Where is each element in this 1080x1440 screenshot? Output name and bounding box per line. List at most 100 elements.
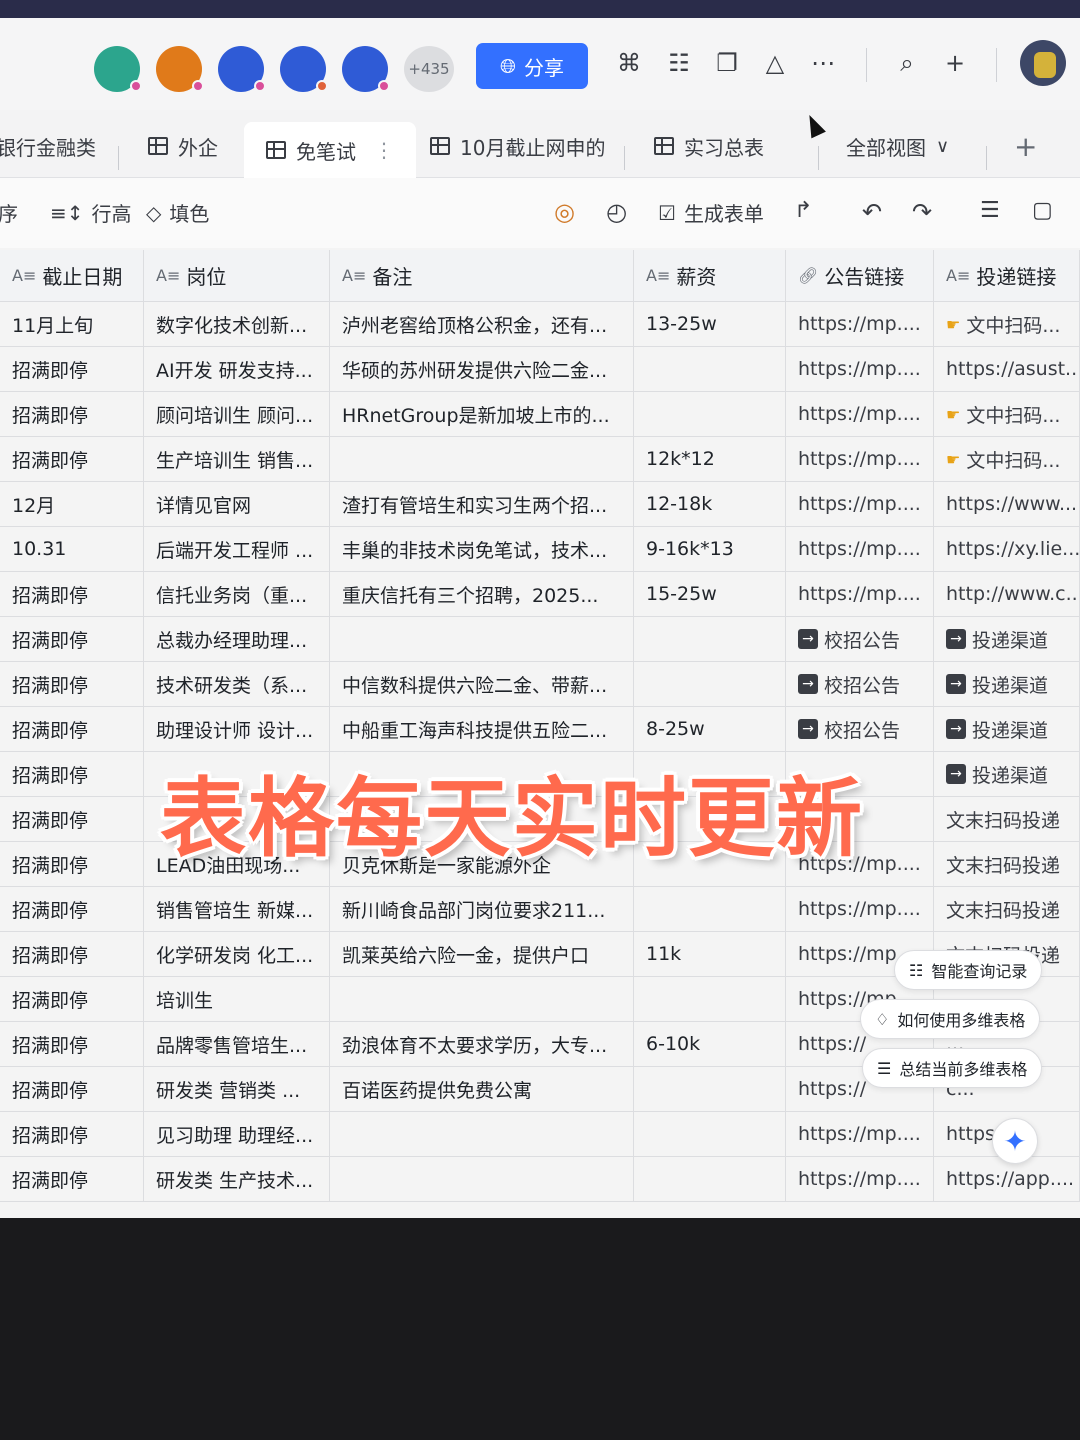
position-cell[interactable]: 研发类 营销类 ... <box>144 1067 330 1111</box>
loading-icon[interactable]: ◎ <box>554 198 575 226</box>
table-row[interactable]: 12月 详情见官网 渣打有管培生和实习生两个招... 12-18k https://mp… <box>0 482 1080 527</box>
notes-cell[interactable] <box>330 617 634 661</box>
salary-cell[interactable]: 11k <box>634 932 786 976</box>
notice-link-cell[interactable]: https://mp.... <box>786 1112 934 1156</box>
more-icon[interactable]: ⋯ <box>808 48 838 78</box>
apply-link-cell[interactable]: 文末扫码投递 <box>934 797 1080 841</box>
table-row[interactable]: 招满即停 总裁办经理助理... → 校招公告 → 投递渠道 <box>0 617 1080 662</box>
position-cell[interactable]: 后端开发工程师 ... <box>144 527 330 571</box>
redo-icon[interactable]: ↷ <box>912 198 932 226</box>
undo-icon[interactable]: ↶ <box>862 198 882 226</box>
apply-link-cell[interactable]: ☛ 文中扫码... <box>934 437 1080 481</box>
deadline-cell[interactable]: 招满即停 <box>0 617 144 661</box>
apply-link-cell[interactable]: → 投递渠道 <box>934 752 1080 796</box>
deadline-cell[interactable]: 招满即停 <box>0 1112 144 1156</box>
header-apply-link[interactable]: A≡ 投递链接 <box>934 250 1080 301</box>
deadline-cell[interactable]: 招满即停 <box>0 392 144 436</box>
table-row[interactable]: 招满即停 顾问培训生 顾问... HRnetGroup是新加坡上市的... https… <box>0 392 1080 437</box>
notes-cell[interactable]: 新川崎食品部门岗位要求211... <box>330 887 634 931</box>
notice-link-cell[interactable]: https://mp.... <box>786 1157 934 1201</box>
salary-cell[interactable]: 8-25w <box>634 707 786 751</box>
notes-cell[interactable] <box>330 437 634 481</box>
table-row[interactable]: 11月上旬 数字化技术创新... 泸州老窖给顶格公积金，还有... 13-25w htt… <box>0 302 1080 347</box>
notes-cell[interactable]: 中信数科提供六险二金、带薪... <box>330 662 634 706</box>
notes-cell[interactable]: 丰巢的非技术岗免笔试，技术... <box>330 527 634 571</box>
position-cell[interactable]: 顾问培训生 顾问... <box>144 392 330 436</box>
position-cell[interactable]: 培训生 <box>144 977 330 1021</box>
ai-summarize[interactable]: ☰ 总结当前多维表格 <box>862 1048 1043 1088</box>
apply-link-cell[interactable]: https://xy.lie... <box>934 527 1080 571</box>
apply-link-cell[interactable]: https://app.... <box>934 1157 1080 1201</box>
share-link-icon[interactable]: ↱ <box>794 198 812 223</box>
collaborator-avatar[interactable] <box>280 46 328 92</box>
tab-october-deadline[interactable]: 10月截止网申的 <box>430 128 605 164</box>
position-cell[interactable]: 销售管培生 新媒... <box>144 887 330 931</box>
notice-link-cell[interactable]: → 校招公告 <box>786 662 934 706</box>
header-salary[interactable]: A≡ 薪资 <box>634 250 786 301</box>
apply-link-cell[interactable]: https://www.... <box>934 482 1080 526</box>
table-row[interactable]: 招满即停 AI开发 研发支持... 华硕的苏州研发提供六险二金... https://… <box>0 347 1080 392</box>
deadline-cell[interactable]: 招满即停 <box>0 707 144 751</box>
history-icon[interactable]: ◴ <box>606 198 627 226</box>
tab-foreign-company[interactable]: 外企 <box>148 128 218 164</box>
robot-icon[interactable]: ⌘ <box>614 48 644 78</box>
bell-icon[interactable]: △ <box>760 48 790 78</box>
notice-link-cell[interactable]: https://mp.... <box>786 572 934 616</box>
deadline-cell[interactable]: 招满即停 <box>0 347 144 391</box>
salary-cell[interactable]: 12-18k <box>634 482 786 526</box>
position-cell[interactable]: 总裁办经理助理... <box>144 617 330 661</box>
notice-link-cell[interactable]: https://mp.... <box>786 887 934 931</box>
collaborator-avatar[interactable] <box>218 46 266 92</box>
more-collaborators-count[interactable]: +435 <box>404 46 454 92</box>
deadline-cell[interactable]: 招满即停 <box>0 437 144 481</box>
salary-cell[interactable]: 9-16k*13 <box>634 527 786 571</box>
tab-internship-table[interactable]: 实习总表 <box>654 128 764 164</box>
deadline-cell[interactable]: 招满即停 <box>0 797 144 841</box>
position-cell[interactable]: 详情见官网 <box>144 482 330 526</box>
notice-link-cell[interactable]: https://mp.... <box>786 347 934 391</box>
user-avatar[interactable] <box>1020 40 1066 86</box>
salary-cell[interactable] <box>634 617 786 661</box>
position-cell[interactable]: 品牌零售管培生... <box>144 1022 330 1066</box>
search-icon[interactable]: ⌕ <box>892 48 922 78</box>
apply-link-cell[interactable]: 文末扫码投递 <box>934 887 1080 931</box>
apply-link-cell[interactable]: → 投递渠道 <box>934 617 1080 661</box>
tab-bank-finance[interactable]: 银行金融类 <box>0 128 96 164</box>
tab-no-exam[interactable]: 免笔试 ⋮ <box>244 122 416 178</box>
table-row[interactable]: 招满即停 见习助理 助理经... https://mp.... https:... <box>0 1112 1080 1157</box>
table-row[interactable]: 招满即停 技术研发类（系... 中信数科提供六险二金、带薪... → 校招公告 → 投递渠道 <box>0 662 1080 707</box>
header-position[interactable]: A≡ 岗位 <box>144 250 330 301</box>
apply-link-cell[interactable]: ☛ 文中扫码... <box>934 302 1080 346</box>
header-deadline[interactable]: A≡ 截止日期 <box>0 250 144 301</box>
notes-cell[interactable]: 泸州老窖给顶格公积金，还有... <box>330 302 634 346</box>
salary-cell[interactable] <box>634 977 786 1021</box>
plugin-icon[interactable]: ❐ <box>712 48 742 78</box>
collaborator-avatar[interactable] <box>94 46 142 92</box>
document-icon[interactable]: ☷ <box>664 48 694 78</box>
position-cell[interactable]: 信托业务岗（重... <box>144 572 330 616</box>
deadline-cell[interactable]: 招满即停 <box>0 977 144 1021</box>
position-cell[interactable]: 见习助理 助理经... <box>144 1112 330 1156</box>
notice-link-cell[interactable]: https://mp.... <box>786 302 934 346</box>
header-notice-link[interactable]: 🔗︎ 公告链接 <box>786 250 934 301</box>
notes-cell[interactable] <box>330 977 634 1021</box>
all-views-dropdown[interactable]: 全部视图 ∨ <box>846 128 949 164</box>
deadline-cell[interactable]: 招满即停 <box>0 662 144 706</box>
deadline-cell[interactable]: 招满即停 <box>0 1157 144 1201</box>
salary-cell[interactable]: 15-25w <box>634 572 786 616</box>
notes-cell[interactable]: 凯莱英给六险一金，提供户口 <box>330 932 634 976</box>
sort-button[interactable]: 序 <box>0 198 18 227</box>
ai-assistant-star-icon[interactable]: ✦ <box>992 1118 1038 1164</box>
apply-link-cell[interactable]: 文末扫码投递 <box>934 842 1080 886</box>
collaborator-avatar[interactable] <box>342 46 390 92</box>
notes-cell[interactable]: HRnetGroup是新加坡上市的... <box>330 392 634 436</box>
deadline-cell[interactable]: 招满即停 <box>0 887 144 931</box>
ai-how-to-use[interactable]: ♢ 如何使用多维表格 <box>860 999 1041 1039</box>
salary-cell[interactable]: 12k*12 <box>634 437 786 481</box>
deadline-cell[interactable]: 招满即停 <box>0 842 144 886</box>
notice-link-cell[interactable]: → 校招公告 <box>786 617 934 661</box>
header-notes[interactable]: A≡ 备注 <box>330 250 634 301</box>
notes-cell[interactable] <box>330 1112 634 1156</box>
notice-link-cell[interactable]: https://mp.... <box>786 482 934 526</box>
position-cell[interactable]: 技术研发类（系... <box>144 662 330 706</box>
